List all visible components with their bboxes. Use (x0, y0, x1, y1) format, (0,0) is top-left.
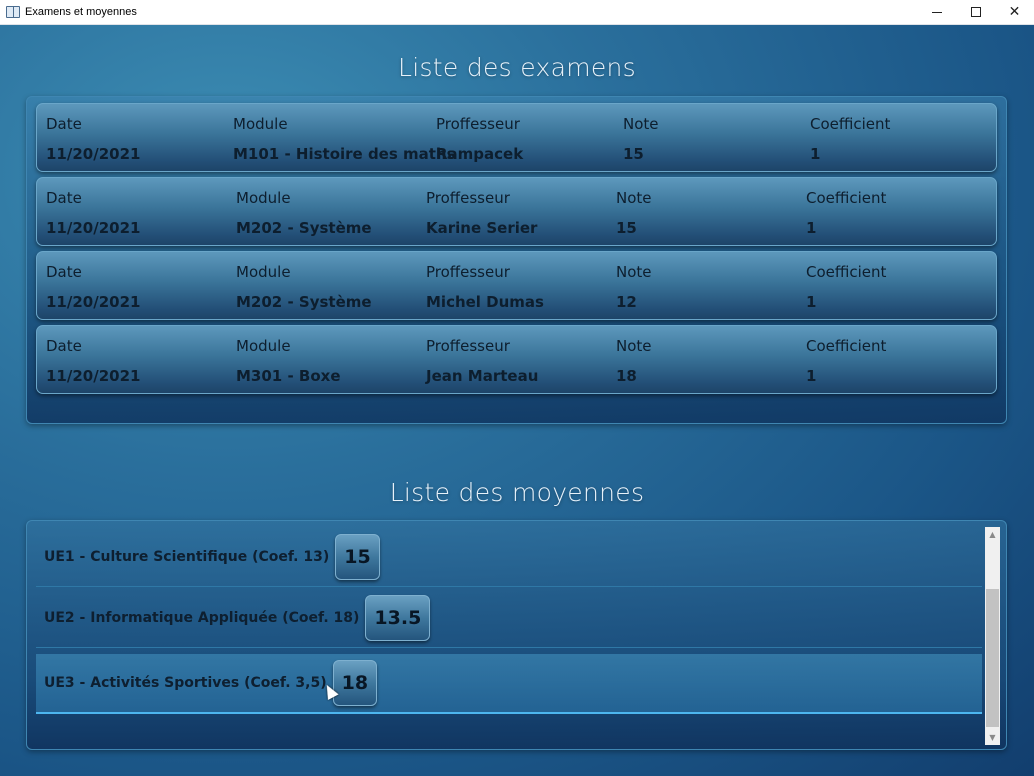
average-label: UE2 - Informatique Appliquée (Coef. 18) (44, 609, 360, 626)
exam-list[interactable]: Date Module Proffesseur Note Coefficient… (26, 96, 1007, 424)
exams-section-title: Liste des examens (397, 53, 636, 82)
exam-professor: Rampacek (436, 145, 524, 163)
minimize-icon (931, 11, 942, 13)
exam-module: M202 - Système (236, 219, 372, 237)
scroll-down-arrow-icon[interactable]: ▼ (985, 730, 1000, 745)
average-value-badge: 18 (332, 660, 378, 706)
exam-grade: 12 (616, 293, 637, 311)
professor-label: Proffesseur (426, 337, 510, 355)
exam-date: 11/20/2021 (46, 219, 141, 237)
exam-grade: 18 (616, 367, 637, 385)
exam-coefficient: 1 (806, 367, 817, 385)
grade-label: Note (623, 115, 659, 133)
exam-card[interactable]: Date Module Proffesseur Note Coefficient… (36, 103, 997, 172)
exam-coefficient: 1 (810, 145, 821, 163)
module-label: Module (233, 115, 288, 133)
exam-card[interactable]: Date Module Proffesseur Note Coefficient… (36, 325, 997, 394)
maximize-icon (970, 7, 981, 17)
professor-label: Proffesseur (426, 263, 510, 281)
exam-professor: Karine Serier (426, 219, 538, 237)
professor-label: Proffesseur (426, 189, 510, 207)
date-label: Date (46, 337, 82, 355)
grade-label: Note (616, 189, 652, 207)
exam-professor: Michel Dumas (426, 293, 544, 311)
average-value-badge: 13.5 (365, 594, 431, 641)
exam-date: 11/20/2021 (46, 293, 141, 311)
exam-date: 11/20/2021 (46, 367, 141, 385)
minimize-button[interactable] (917, 0, 956, 25)
coefficient-label: Coefficient (806, 337, 887, 355)
close-icon: ✕ (1008, 4, 1021, 20)
date-label: Date (46, 263, 82, 281)
exam-card[interactable]: Date Module Proffesseur Note Coefficient… (36, 177, 997, 246)
grade-label: Note (616, 337, 652, 355)
exam-date: 11/20/2021 (46, 145, 141, 163)
exam-grade: 15 (623, 145, 644, 163)
exam-card[interactable]: Date Module Proffesseur Note Coefficient… (36, 251, 997, 320)
average-label: UE1 - Culture Scientifique (Coef. 13) (44, 548, 330, 565)
maximize-button[interactable] (956, 0, 995, 25)
close-button[interactable]: ✕ (995, 0, 1034, 25)
main-content: Liste des examens Date Module Proffesseu… (0, 25, 1034, 776)
average-label: UE3 - Activités Sportives (Coef. 3,5) (44, 675, 327, 691)
scrollbar-thumb[interactable] (986, 589, 999, 727)
coefficient-label: Coefficient (806, 189, 887, 207)
professor-label: Proffesseur (436, 115, 520, 133)
exam-module: M202 - Système (236, 293, 372, 311)
window-controls: ✕ (917, 0, 1034, 25)
exam-module: M101 - Histoire des maths (233, 145, 456, 163)
scroll-up-arrow-icon[interactable]: ▲ (985, 527, 1000, 542)
exam-module: M301 - Boxe (236, 367, 341, 385)
average-row[interactable]: UE1 - Culture Scientifique (Coef. 13) 15 (36, 527, 982, 587)
vertical-scrollbar[interactable]: ▲ ▼ (985, 527, 1000, 745)
averages-list[interactable]: UE1 - Culture Scientifique (Coef. 13) 15… (26, 520, 1007, 750)
average-row[interactable]: UE2 - Informatique Appliquée (Coef. 18) … (36, 588, 982, 648)
average-row-selected[interactable]: UE3 - Activités Sportives (Coef. 3,5) 18 (36, 654, 982, 714)
module-label: Module (236, 263, 291, 281)
module-label: Module (236, 189, 291, 207)
book-icon (6, 6, 20, 18)
exam-grade: 15 (616, 219, 637, 237)
window-title: Examens et moyennes (25, 6, 137, 18)
averages-section-title: Liste des moyennes (389, 478, 645, 507)
date-label: Date (46, 115, 82, 133)
average-value-badge: 15 (335, 533, 380, 580)
date-label: Date (46, 189, 82, 207)
exam-coefficient: 1 (806, 293, 817, 311)
coefficient-label: Coefficient (810, 115, 891, 133)
title-bar: Examens et moyennes ✕ (0, 0, 1034, 25)
coefficient-label: Coefficient (806, 263, 887, 281)
exam-coefficient: 1 (806, 219, 817, 237)
exam-professor: Jean Marteau (426, 367, 539, 385)
grade-label: Note (616, 263, 652, 281)
module-label: Module (236, 337, 291, 355)
